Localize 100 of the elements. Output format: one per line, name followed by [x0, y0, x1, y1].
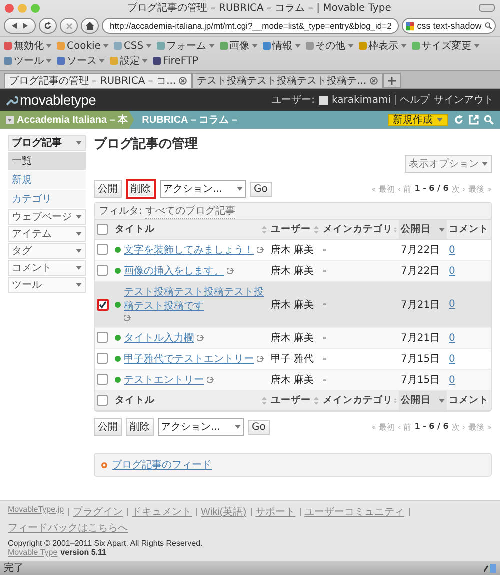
sort-icon[interactable] [314, 396, 319, 404]
column-header[interactable]: メインカテゴリ [321, 390, 399, 410]
sort-icon[interactable] [262, 226, 267, 234]
feed-link[interactable]: ブログ記事のフィード [112, 458, 212, 472]
caret-icon [482, 162, 488, 166]
caret-icon [474, 44, 480, 48]
new-button[interactable]: 新規作成 [388, 114, 448, 126]
sidebar-section[interactable]: ツール [8, 277, 86, 293]
sort-icon[interactable] [394, 226, 397, 234]
view-icon[interactable] [257, 356, 264, 362]
checkbox[interactable] [97, 332, 108, 344]
entry-title-link[interactable]: 甲子雅代でテストエントリー [124, 352, 254, 366]
go-button[interactable]: Go [250, 182, 272, 196]
sort-icon[interactable] [262, 396, 267, 404]
view-icon[interactable] [197, 335, 204, 341]
toolbar-menu-button[interactable]: ソース [57, 54, 105, 68]
caret-icon [400, 44, 407, 48]
view-icon[interactable] [257, 247, 264, 253]
toolbar-menu-button[interactable]: 枠表示 [358, 39, 407, 53]
toolbar-menu-button[interactable]: 設定 [110, 54, 148, 68]
display-options-button[interactable]: 表示オプション [405, 155, 492, 173]
comment-count-link[interactable]: 0 [449, 266, 456, 276]
comment-count-link[interactable]: 0 [449, 332, 456, 344]
sidebar-item[interactable]: カテゴリ [8, 190, 86, 208]
back-forward-button[interactable] [4, 18, 36, 34]
search-icon[interactable] [484, 22, 492, 30]
external-link-icon[interactable] [469, 115, 479, 125]
avatar-icon [319, 96, 328, 104]
toolbar-menu-button[interactable]: 画像 [220, 39, 258, 53]
toolbar-menu-button[interactable]: FireFTP [153, 56, 199, 66]
action-button[interactable]: 公開 [94, 418, 122, 436]
checkbox[interactable] [97, 224, 108, 235]
toolbar-menu-button[interactable]: 無効化 [4, 39, 52, 53]
comment-count-link[interactable]: 0 [449, 374, 456, 386]
header-link[interactable]: サインアウト [434, 93, 494, 107]
sidebar-section[interactable]: ウェブページ [8, 209, 86, 225]
user-link[interactable]: karakimami [332, 94, 391, 106]
entry-title-link[interactable]: 文字を装飾してみましょう！ [124, 243, 254, 257]
sidebar-section[interactable]: タグ [8, 243, 86, 259]
sidebar-section[interactable]: アイテム [8, 226, 86, 242]
browser-tab[interactable]: テスト投稿テスト投稿テスト投稿テ... [192, 73, 383, 88]
action-select[interactable]: アクション... [160, 180, 246, 198]
close-button[interactable] [5, 4, 14, 12]
view-icon[interactable] [207, 377, 214, 383]
toolbar-menu-button[interactable]: その他 [306, 39, 354, 53]
close-icon[interactable] [370, 77, 378, 85]
checkbox[interactable] [97, 353, 108, 364]
sort-icon[interactable] [394, 396, 397, 404]
dropdown-icon [6, 116, 14, 124]
new-tab-button[interactable] [382, 73, 401, 88]
view-icon[interactable] [124, 315, 131, 321]
checkbox[interactable] [97, 244, 108, 256]
sidebar-section[interactable]: コメント [8, 260, 86, 276]
address-field[interactable]: http://accademia-italiana.jp/mt/mt.cgi?__mode=list&_type=entry&blog_id=2 [102, 18, 399, 34]
checkbox[interactable] [97, 374, 108, 386]
action-button[interactable]: 公開 [94, 180, 122, 198]
caret-icon [439, 398, 445, 402]
caret-icon [235, 425, 241, 429]
published-icon [115, 302, 121, 308]
toolbar-menu-button[interactable]: Cookie [57, 40, 109, 52]
close-icon[interactable] [179, 77, 188, 85]
go-button[interactable]: Go [248, 420, 270, 434]
column-header[interactable]: コメント [447, 390, 491, 410]
column-header[interactable]: ユーザー [269, 220, 321, 240]
checkbox[interactable] [97, 394, 108, 406]
column-header[interactable]: タイトル [113, 220, 269, 240]
sidebar-section[interactable]: ブログ記事 [8, 135, 86, 151]
column-header[interactable]: ユーザー [269, 390, 321, 410]
toolbar-menu-button[interactable]: サイズ変更 [412, 39, 480, 53]
header-link[interactable]: ヘルプ [400, 93, 430, 107]
action-button[interactable]: 削除 [126, 418, 154, 436]
toolbar-toggle-button[interactable] [479, 4, 495, 12]
filter-link[interactable]: すべてのブログ記事 [145, 204, 236, 218]
action-button[interactable]: 削除 [126, 179, 156, 199]
sort-icon[interactable] [314, 226, 319, 234]
view-icon[interactable] [227, 268, 234, 274]
checkbox[interactable] [97, 265, 108, 276]
reload-button[interactable] [39, 18, 57, 34]
comment-count-link[interactable]: 0 [449, 244, 456, 256]
column-header[interactable]: 公開日 [399, 220, 447, 240]
sidebar-item[interactable]: 一覧 [8, 152, 86, 170]
comment-count-link[interactable]: 0 [449, 354, 456, 364]
home-button[interactable] [81, 18, 99, 34]
column-header[interactable]: タイトル [113, 390, 269, 410]
zoom-button[interactable] [31, 4, 40, 12]
toolbar-menu-button[interactable]: 情報 [262, 39, 301, 53]
sidebar-item[interactable]: 新規 [8, 171, 86, 189]
browser-tab[interactable]: ブログ記事の管理 – RUBRICA – コ... [4, 73, 192, 88]
caret-icon [46, 44, 52, 48]
column-header[interactable]: メインカテゴリ [321, 220, 399, 240]
toolbar-menu-button[interactable]: フォーム [156, 39, 215, 53]
column-header[interactable]: 公開日 [399, 390, 447, 410]
caret-icon [76, 232, 82, 236]
search-field[interactable]: css text-shadow [402, 18, 496, 34]
toolbar-menu-button[interactable]: ツール [4, 54, 52, 68]
toolbar-menu-button[interactable]: CSS [114, 40, 152, 52]
action-select[interactable]: アクション... [158, 418, 244, 436]
checkbox[interactable] [97, 298, 109, 310]
column-header[interactable]: コメント [447, 220, 491, 240]
refresh-icon[interactable] [454, 115, 464, 125]
